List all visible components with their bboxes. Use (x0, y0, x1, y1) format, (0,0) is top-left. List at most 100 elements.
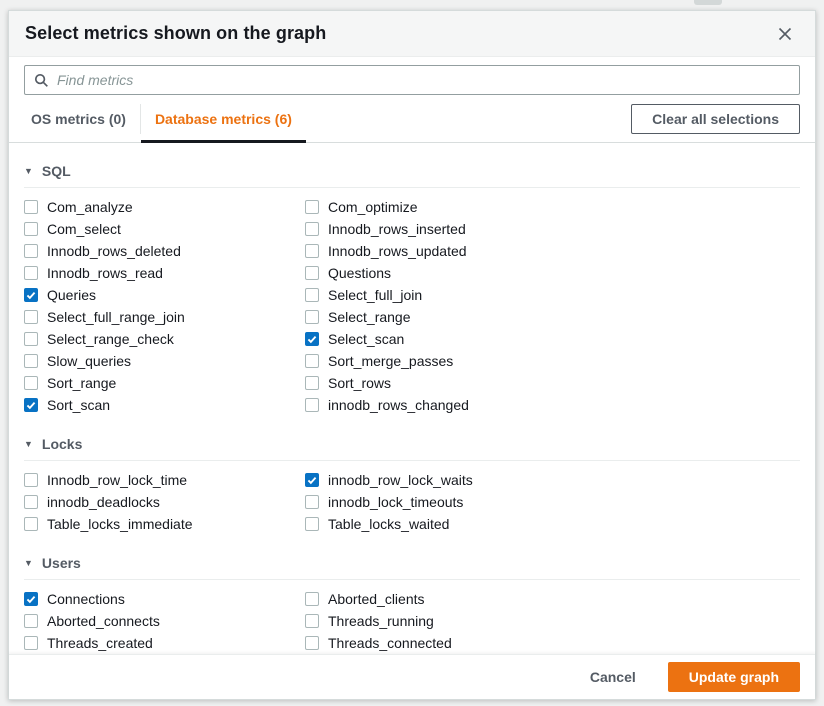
checkbox-unchecked[interactable] (305, 517, 319, 531)
checkbox-checked[interactable] (305, 473, 319, 487)
metric-label: Innodb_rows_read (47, 265, 163, 281)
checkbox-checked[interactable] (24, 398, 38, 412)
section-sql: ▼ SQL Com_analyze Com_select Innodb_rows_del… (24, 163, 800, 416)
metric-row[interactable]: Sort_rows (305, 372, 586, 394)
section-divider (24, 187, 800, 188)
metric-row[interactable]: Sort_scan (24, 394, 305, 416)
checkbox-checked[interactable] (305, 332, 319, 346)
metric-row[interactable]: Table_locks_immediate (24, 513, 305, 535)
checkbox-unchecked[interactable] (305, 310, 319, 324)
metric-row[interactable]: Com_select (24, 218, 305, 240)
section-header-locks[interactable]: ▼Locks (24, 436, 800, 452)
metric-label: Table_locks_waited (328, 516, 449, 532)
metric-column: Connections Aborted_connects Threads_creat… (24, 588, 305, 654)
metric-row[interactable]: Queries (24, 284, 305, 306)
metric-label: Questions (328, 265, 391, 281)
tab-os-metrics[interactable]: OS metrics (0) (17, 95, 140, 143)
metric-label: Select_scan (328, 331, 404, 347)
metric-row[interactable]: Innodb_rows_updated (305, 240, 586, 262)
metric-row[interactable]: Select_full_range_join (24, 306, 305, 328)
checkbox-checked[interactable] (24, 288, 38, 302)
metric-row[interactable]: Threads_running (305, 610, 586, 632)
checkbox-unchecked[interactable] (24, 266, 38, 280)
metric-row[interactable]: Innodb_rows_deleted (24, 240, 305, 262)
metric-label: Sort_rows (328, 375, 391, 391)
metric-row[interactable]: Com_optimize (305, 196, 586, 218)
metric-label: Com_select (47, 221, 121, 237)
metric-row[interactable]: Select_range (305, 306, 586, 328)
checkbox-unchecked[interactable] (24, 495, 38, 509)
checkbox-unchecked[interactable] (24, 244, 38, 258)
checkbox-unchecked[interactable] (305, 592, 319, 606)
checkbox-unchecked[interactable] (305, 222, 319, 236)
metric-column: Com_analyze Com_select Innodb_rows_deleted… (24, 196, 305, 416)
checkbox-unchecked[interactable] (305, 495, 319, 509)
checkbox-unchecked[interactable] (305, 244, 319, 258)
metric-row[interactable]: Threads_created (24, 632, 305, 654)
checkbox-unchecked[interactable] (24, 310, 38, 324)
collapse-triangle-icon: ▼ (24, 559, 33, 568)
checkbox-unchecked[interactable] (24, 376, 38, 390)
checkbox-unchecked[interactable] (305, 266, 319, 280)
metric-row[interactable]: Aborted_connects (24, 610, 305, 632)
metric-row[interactable]: Select_range_check (24, 328, 305, 350)
checkbox-unchecked[interactable] (24, 614, 38, 628)
checkbox-unchecked[interactable] (305, 636, 319, 650)
metric-row[interactable]: Slow_queries (24, 350, 305, 372)
update-graph-button[interactable]: Update graph (668, 662, 800, 692)
metric-row[interactable]: Sort_range (24, 372, 305, 394)
metric-row[interactable]: Questions (305, 262, 586, 284)
checkbox-unchecked[interactable] (24, 332, 38, 346)
select-metrics-modal: Select metrics shown on the graph OS met… (8, 10, 816, 700)
checkbox-unchecked[interactable] (305, 376, 319, 390)
metric-row[interactable]: Aborted_clients (305, 588, 586, 610)
metric-column: Com_optimizeInnodb_rows_insertedInnodb_r… (305, 196, 586, 416)
metric-row[interactable]: Select_full_join (305, 284, 586, 306)
metric-label: Aborted_connects (47, 613, 160, 629)
checkbox-unchecked[interactable] (305, 200, 319, 214)
checkbox-unchecked[interactable] (24, 517, 38, 531)
metric-row[interactable]: innodb_row_lock_waits (305, 469, 586, 491)
metric-label: Threads_running (328, 613, 434, 629)
checkbox-unchecked[interactable] (305, 614, 319, 628)
metric-label: Threads_connected (328, 635, 452, 651)
metric-label: Queries (47, 287, 96, 303)
checkbox-unchecked[interactable] (305, 354, 319, 368)
metric-label: Innodb_row_lock_time (47, 472, 187, 488)
metric-row[interactable]: innodb_lock_timeouts (305, 491, 586, 513)
metric-row[interactable]: Connections (24, 588, 305, 610)
checkbox-checked[interactable] (24, 592, 38, 606)
section-header-sql[interactable]: ▼ SQL (24, 163, 800, 179)
metric-row[interactable]: Sort_merge_passes (305, 350, 586, 372)
section-title: SQL (42, 163, 71, 179)
close-button[interactable] (773, 22, 797, 46)
metric-row[interactable]: Select_scan (305, 328, 586, 350)
metric-label: Sort_scan (47, 397, 110, 413)
checkbox-unchecked[interactable] (24, 222, 38, 236)
checkbox-unchecked[interactable] (24, 354, 38, 368)
metric-row[interactable]: innodb_deadlocks (24, 491, 305, 513)
metric-row[interactable]: Table_locks_waited (305, 513, 586, 535)
section-header-users[interactable]: ▼Users (24, 555, 800, 571)
collapse-triangle-icon: ▼ (24, 167, 33, 176)
search-input[interactable] (57, 72, 790, 88)
metric-row[interactable]: Threads_connected (305, 632, 586, 654)
checkbox-unchecked[interactable] (305, 288, 319, 302)
checkbox-unchecked[interactable] (305, 398, 319, 412)
close-icon (777, 26, 793, 42)
tabs: OS metrics (0)Database metrics (6) (17, 95, 306, 143)
metric-row[interactable]: Com_analyze (24, 196, 305, 218)
metric-row[interactable]: innodb_rows_changed (305, 394, 586, 416)
tab-database-metrics[interactable]: Database metrics (6) (141, 95, 306, 143)
clear-all-selections-button[interactable]: Clear all selections (631, 104, 800, 134)
metric-label: Aborted_clients (328, 591, 425, 607)
metric-row[interactable]: Innodb_rows_inserted (305, 218, 586, 240)
search-box[interactable] (24, 65, 800, 95)
metric-label: Com_analyze (47, 199, 133, 215)
checkbox-unchecked[interactable] (24, 200, 38, 214)
cancel-button[interactable]: Cancel (588, 665, 638, 689)
checkbox-unchecked[interactable] (24, 473, 38, 487)
metric-row[interactable]: Innodb_row_lock_time (24, 469, 305, 491)
metric-row[interactable]: Innodb_rows_read (24, 262, 305, 284)
checkbox-unchecked[interactable] (24, 636, 38, 650)
